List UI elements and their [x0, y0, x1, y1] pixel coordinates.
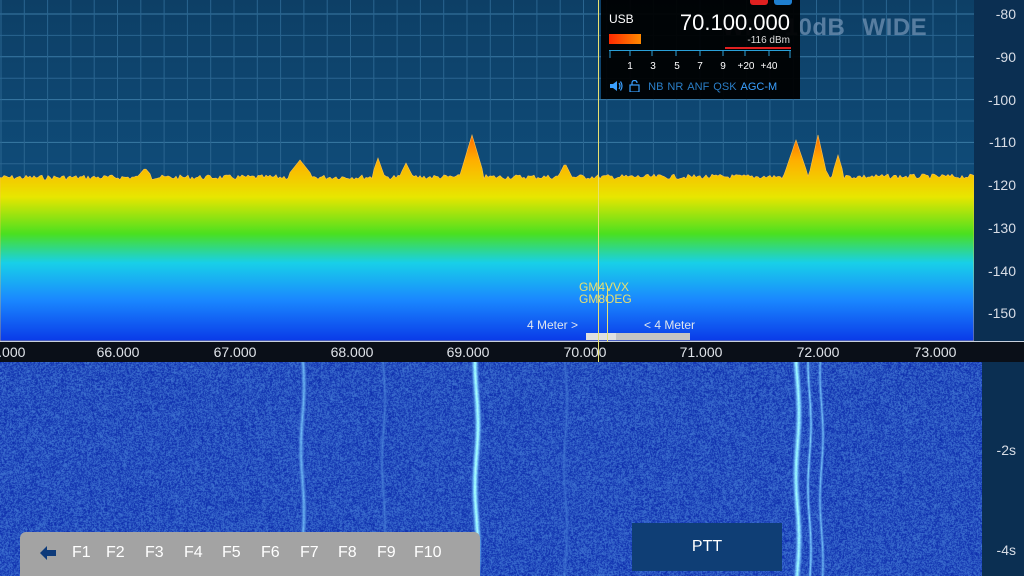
scale-number: 3 — [650, 61, 656, 72]
flag-nb[interactable]: NB — [648, 81, 663, 93]
speaker-icon[interactable] — [609, 80, 623, 92]
freq-label: 70.000 — [563, 344, 607, 360]
band-marker-highlight — [586, 333, 616, 340]
db-label: -100 — [987, 92, 1016, 108]
freq-label: 65.000 — [0, 344, 26, 360]
flag-qsk[interactable]: QSK — [713, 81, 736, 93]
f2-button[interactable]: F2 — [106, 544, 125, 562]
dbm-readout: -116 dBm — [747, 35, 790, 46]
spot-marker-line — [607, 286, 608, 342]
menu-button[interactable] — [774, 0, 792, 5]
scale-number: +20 — [737, 61, 755, 72]
flag-anf[interactable]: ANF — [687, 81, 709, 93]
spectrum-display[interactable] — [0, 0, 974, 341]
frequency-display[interactable]: 70.100.000 — [680, 10, 790, 36]
flag-nr[interactable]: NR — [667, 81, 683, 93]
freq-label: 66.000 — [96, 344, 140, 360]
f4-button[interactable]: F4 — [184, 544, 203, 562]
spectrum-trace — [0, 133, 974, 341]
ptt-button[interactable]: PTT — [632, 523, 782, 571]
db-label: -80 — [995, 6, 1016, 22]
s-meter-scale — [609, 50, 791, 59]
db-axis: -80 -90 -100 -110 -120 -130 -140 -150 — [974, 0, 1024, 341]
scale-ticks — [609, 51, 791, 58]
f9-button[interactable]: F9 — [377, 544, 396, 562]
time-axis: -2s -4s — [982, 362, 1024, 576]
f6-button[interactable]: F6 — [261, 544, 280, 562]
scale-number: 1 — [627, 61, 633, 72]
arrow-left-icon[interactable] — [40, 546, 56, 560]
spectrum-svg — [0, 0, 974, 341]
freq-label: 71.000 — [679, 344, 723, 360]
function-key-bar: F1 F2 F3 F4 F5 F6 F7 F8 F9 F10 — [20, 532, 480, 576]
f3-button[interactable]: F3 — [145, 544, 164, 562]
mode-label[interactable]: USB — [609, 12, 634, 26]
scale-number: 9 — [720, 61, 726, 72]
f1-button[interactable]: F1 — [72, 544, 91, 562]
band-label-right: < 4 Meter — [644, 318, 696, 332]
f8-button[interactable]: F8 — [338, 544, 357, 562]
s-meter-panel[interactable]: USB 70.100.000 -116 dBm 1 3 5 7 9 +20 +4… — [601, 0, 800, 99]
db-label: -130 — [987, 220, 1016, 236]
flag-agc[interactable]: AGC-M — [741, 81, 778, 93]
dsp-flags: NB NR ANF QSK AGC-M — [609, 79, 781, 93]
f7-button[interactable]: F7 — [300, 544, 319, 562]
db-label: -150 — [987, 305, 1016, 321]
spot-label[interactable]: GM8OEG — [579, 292, 632, 306]
scale-number: 7 — [697, 61, 703, 72]
over-s9-line — [725, 47, 791, 49]
db-label: -140 — [987, 263, 1016, 279]
scale-number: 5 — [674, 61, 680, 72]
freq-label: 72.000 — [796, 344, 840, 360]
db-label: -120 — [987, 177, 1016, 193]
scale-number: +40 — [760, 61, 778, 72]
db-label: -90 — [995, 49, 1016, 65]
time-label: -2s — [996, 442, 1016, 458]
db-label: -110 — [989, 134, 1016, 150]
bandwidth-label[interactable]: WIDE — [863, 14, 928, 41]
frequency-scale[interactable]: 65.000 66.000 67.000 68.000 69.000 70.00… — [0, 341, 1024, 363]
freq-label: 67.000 — [213, 344, 257, 360]
record-button[interactable] — [750, 0, 768, 5]
freq-label: 68.000 — [330, 344, 374, 360]
freq-label: 69.000 — [446, 344, 490, 360]
band-label-left: 4 Meter > — [527, 318, 579, 332]
signal-strength-bar — [609, 34, 641, 44]
f10-button[interactable]: F10 — [414, 544, 442, 562]
lock-icon[interactable] — [629, 79, 641, 93]
time-label: -4s — [996, 542, 1016, 558]
vfo-cursor[interactable] — [598, 0, 599, 362]
f5-button[interactable]: F5 — [222, 544, 241, 562]
freq-label: 73.000 — [913, 344, 957, 360]
